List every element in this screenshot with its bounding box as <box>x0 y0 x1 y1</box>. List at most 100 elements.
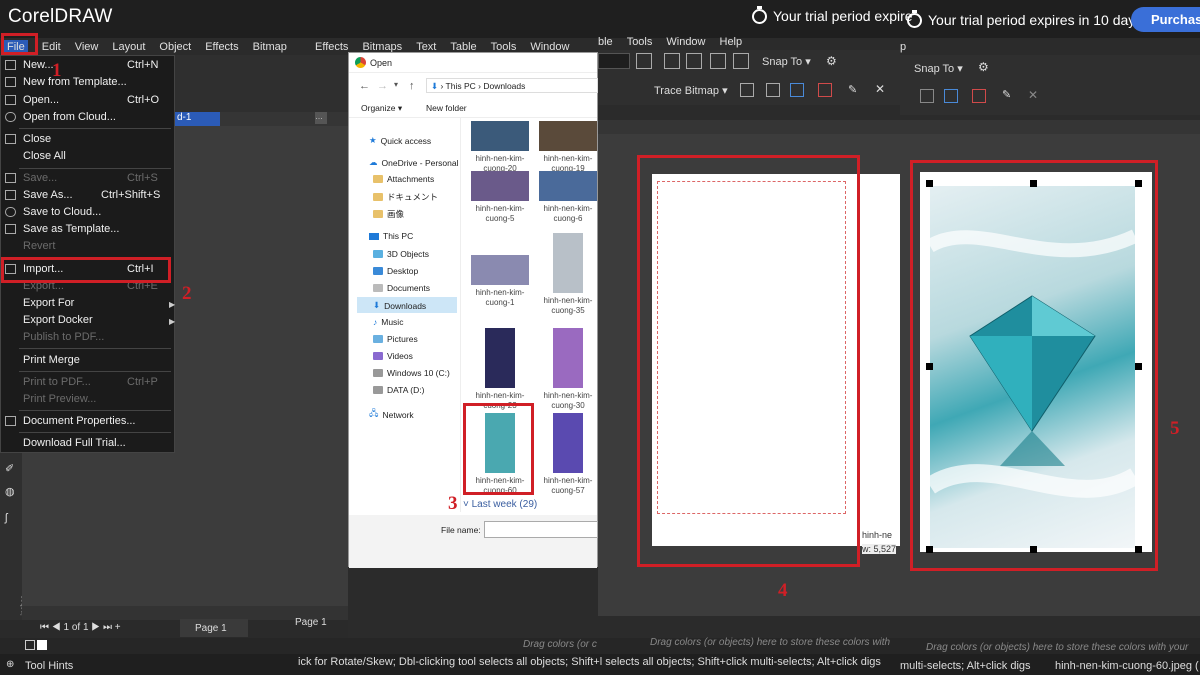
font-dropdown[interactable] <box>598 53 630 69</box>
address-bar[interactable]: ⬇ › This PC › Downloads <box>426 78 598 93</box>
page-tab-2[interactable]: Page 1 <box>295 617 327 628</box>
menu-tools-3[interactable]: Tools <box>627 36 653 48</box>
bitmap-mask-icon[interactable] <box>818 83 832 97</box>
menu-view[interactable]: View <box>75 41 99 53</box>
edit-bitmap-icon[interactable]: ✎ <box>848 83 857 96</box>
next-page-icon[interactable]: ▶ <box>91 622 100 633</box>
menu-effects-2[interactable]: Effects <box>315 41 348 53</box>
bitmap-select-icon[interactable] <box>790 83 804 97</box>
nav-documents-jp[interactable]: ドキュメント <box>373 191 438 203</box>
menu-edit[interactable]: Edit <box>42 41 61 53</box>
menu-help[interactable]: Help <box>720 36 743 48</box>
file-name-input[interactable] <box>484 521 598 538</box>
file-thumb-19[interactable]: hinh-nen-kim-cuong-19 <box>539 121 597 175</box>
menu-item-save-as-template[interactable]: Save as Template... <box>5 223 119 235</box>
file-thumb-5[interactable]: hinh-nen-kim-cuong-5 <box>471 171 529 225</box>
status-nav-icon[interactable]: ⊕ <box>6 659 14 670</box>
breadcrumb-downloads[interactable]: Downloads <box>483 81 525 91</box>
document-tab[interactable]: d-1 <box>175 112 220 126</box>
doc-tab-more[interactable]: … <box>315 112 327 124</box>
prev-page-icon[interactable]: ◀ <box>52 622 61 633</box>
interactive-fill-icon[interactable]: ʃ <box>5 512 7 524</box>
white-swatch[interactable] <box>37 640 47 650</box>
menu-item-save-as[interactable]: Save As... Ctrl+Shift+S <box>5 189 160 201</box>
menu-item-new-from-template[interactable]: New from Template... <box>5 76 127 88</box>
no-fill-swatch[interactable] <box>25 640 35 650</box>
menu-item-open-from-cloud[interactable]: Open from Cloud... <box>5 111 116 123</box>
breadcrumb-this-pc[interactable]: This PC <box>446 81 476 91</box>
clear-icon-2[interactable]: ✕ <box>1028 88 1038 102</box>
nav-pictures[interactable]: Pictures <box>373 334 418 344</box>
file-thumb-1[interactable]: hinh-nen-kim-cuong-1 <box>471 255 529 309</box>
recent-dropdown-icon[interactable]: ▾ <box>394 80 398 89</box>
align-icon[interactable] <box>664 53 680 69</box>
nav-onedrive[interactable]: ☁ OneDrive - Personal <box>369 157 459 168</box>
nav-attachments[interactable]: Attachments <box>373 174 434 184</box>
nav-videos[interactable]: Videos <box>373 351 413 361</box>
grid-icon[interactable] <box>686 53 702 69</box>
file-thumb-20[interactable]: hinh-nen-kim-cuong-20 <box>471 121 529 175</box>
menu-help-partial[interactable]: p <box>900 41 906 53</box>
menu-item-close-all[interactable]: Close All <box>23 150 66 162</box>
eyedropper-icon[interactable]: ✐ <box>5 462 14 475</box>
organize-button[interactable]: Organize ▾ <box>361 103 402 114</box>
edit-bitmap-icon-2[interactable]: ✎ <box>1002 88 1011 101</box>
menu-item-save-to-cloud[interactable]: Save to Cloud... <box>5 206 101 218</box>
new-folder-button[interactable]: New folder <box>426 103 467 113</box>
bitmap-mask-icon-2[interactable] <box>972 89 986 103</box>
last-page-icon[interactable]: ⏭ <box>103 622 112 633</box>
trace-bitmap-button[interactable]: Trace Bitmap ▾ <box>654 84 728 97</box>
menu-item-print-to-pdf[interactable]: Print to PDF... Ctrl+P <box>23 376 158 388</box>
snap-toggle-icon[interactable] <box>733 53 749 69</box>
menu-effects[interactable]: Effects <box>205 41 238 53</box>
file-thumb-30[interactable]: hinh-nen-kim-cuong-30 <box>539 328 597 412</box>
menu-table-partial[interactable]: ble <box>598 36 613 48</box>
nav-desktop[interactable]: Desktop <box>373 266 418 276</box>
add-page-icon[interactable]: + <box>115 622 121 633</box>
menu-item-print-merge[interactable]: Print Merge <box>23 354 80 366</box>
menu-item-open[interactable]: Open... Ctrl+O <box>5 94 159 106</box>
menu-item-print-preview[interactable]: Print Preview... <box>23 393 96 405</box>
nav-3d-objects[interactable]: 3D Objects <box>373 249 429 259</box>
purchase-button[interactable]: Purchase <box>1131 7 1200 32</box>
menu-item-export-for[interactable]: Export For <box>23 297 74 309</box>
menu-item-new[interactable]: New... Ctrl+N <box>5 59 158 71</box>
resample-icon[interactable] <box>766 83 780 97</box>
menu-bitmap[interactable]: Bitmap <box>253 41 287 53</box>
settings-gear-icon-2[interactable]: ⚙ <box>978 60 989 74</box>
nav-network[interactable]: 🖧 Network <box>369 408 414 422</box>
menu-item-save[interactable]: Save... Ctrl+S <box>5 172 158 184</box>
menu-layout[interactable]: Layout <box>112 41 145 53</box>
forward-arrow-icon[interactable]: → <box>377 80 388 92</box>
guides-icon[interactable] <box>710 53 726 69</box>
nav-this-pc[interactable]: This PC <box>369 231 413 241</box>
menu-item-close[interactable]: Close <box>5 133 51 145</box>
crop-icon-2[interactable] <box>920 89 934 103</box>
nav-downloads[interactable]: ⬇ Downloads <box>373 300 426 311</box>
file-thumb-35[interactable]: hinh-nen-kim-cuong-35 <box>539 233 597 317</box>
up-arrow-icon[interactable]: ↑ <box>409 80 415 92</box>
bitmap-select-icon-2[interactable] <box>944 89 958 103</box>
file-thumb-6[interactable]: hinh-nen-kim-cuong-6 <box>539 171 597 225</box>
menu-item-revert[interactable]: Revert <box>23 240 55 252</box>
file-thumb-57[interactable]: hinh-nen-kim-cuong-57 <box>539 413 597 497</box>
nav-quick-access[interactable]: ★ Quick access <box>369 135 431 146</box>
nav-images-jp[interactable]: 画像 <box>373 208 404 220</box>
menu-item-document-properties[interactable]: Document Properties... <box>5 415 136 427</box>
menu-item-publish-pdf[interactable]: Publish to PDF... <box>23 331 104 343</box>
snap-to-dropdown-2[interactable]: Snap To ▾ <box>914 62 963 75</box>
nav-data-d[interactable]: DATA (D:) <box>373 385 424 395</box>
menu-window-3[interactable]: Window <box>666 36 705 48</box>
nav-windows-c[interactable]: Windows 10 (C:) <box>373 368 450 378</box>
menu-item-export-docker[interactable]: Export Docker <box>23 314 93 326</box>
settings-gear-icon[interactable]: ⚙ <box>826 54 837 68</box>
file-thumb-23[interactable]: hinh-nen-kim-cuong-23 <box>471 328 529 412</box>
page-tab[interactable]: Page 1 <box>180 619 248 637</box>
first-page-icon[interactable]: ⏮ <box>40 622 49 633</box>
crop-bitmap-icon[interactable] <box>740 83 754 97</box>
group-header-last-week[interactable]: ˅ Last week (29) <box>463 499 537 510</box>
snap-to-dropdown[interactable]: Snap To ▾ <box>762 55 811 68</box>
fit-icon[interactable] <box>636 53 652 69</box>
menu-item-download-full-trial[interactable]: Download Full Trial... <box>23 437 126 449</box>
menu-object[interactable]: Object <box>159 41 191 53</box>
